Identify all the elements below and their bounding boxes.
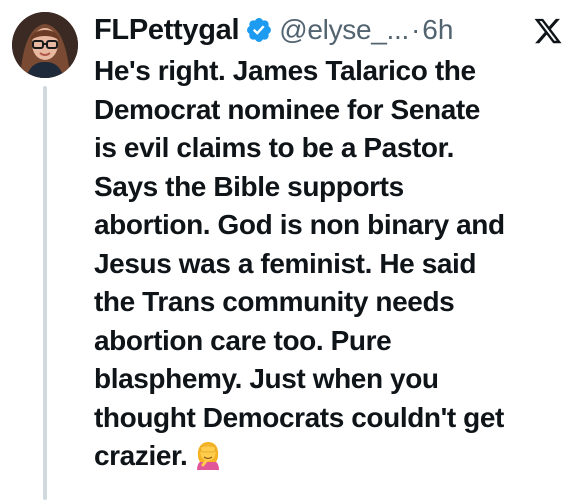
tweet-text: He's right. James Talarico the Democrat … <box>94 52 574 476</box>
thread-line <box>43 86 47 500</box>
x-logo-icon[interactable] <box>533 16 563 46</box>
tweet-text-last-words: crazier. <box>94 440 188 471</box>
timestamp[interactable]: 6h <box>422 14 453 46</box>
tweet-text-line: Jesus was a feminist. He said <box>94 247 477 279</box>
user-handle[interactable]: @elyse_... <box>279 14 409 46</box>
separator-dot: · <box>410 14 421 45</box>
tweet-text-line: abortion. God is non binary and <box>94 209 505 240</box>
tweet-text-line: abortion care too. Pure <box>94 324 392 356</box>
tweet-text-line: Democrat nominee for Senate <box>94 93 480 125</box>
tweet-text-line: thought Democrats couldn't get <box>94 401 504 433</box>
tweet-text-line: He's right. James Talarico the <box>94 55 476 86</box>
display-name[interactable]: FLPettygal <box>94 14 240 47</box>
tweet-text-line: blasphemy. Just when you <box>94 363 439 394</box>
avatar[interactable] <box>12 12 78 78</box>
avatar-image <box>12 12 78 78</box>
tweet-text-line: the Trans community needs <box>94 286 455 317</box>
tweet-text-line-last: crazier. <box>94 437 574 476</box>
verified-badge-icon <box>245 16 273 44</box>
woman-facepalming-emoji-icon <box>193 440 223 470</box>
tweet-text-line: is evil claims to be a Pastor. <box>94 132 454 163</box>
tweet-header: FLPettygal @elyse_... · 6h <box>94 10 453 50</box>
tweet-text-line: Says the Bible supports <box>94 170 404 202</box>
